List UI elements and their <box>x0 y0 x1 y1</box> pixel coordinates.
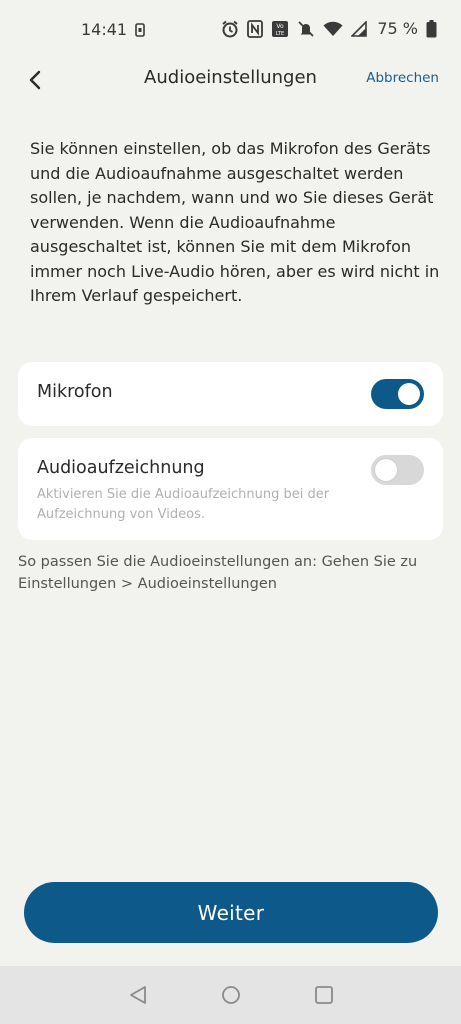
toggle-knob <box>398 383 420 405</box>
signal-icon <box>351 20 368 37</box>
svg-text:LTE: LTE <box>276 31 284 37</box>
nav-recents-icon[interactable] <box>313 984 335 1006</box>
screen: 14:41 Vo LTE 75 % Audioeinstellungen Abb… <box>0 0 461 1024</box>
audio-recording-setting-card: Audioaufzeichnung Aktivieren Sie die Aud… <box>18 438 443 540</box>
nfc-icon <box>247 19 264 38</box>
microphone-label: Mikrofon <box>37 382 113 402</box>
continue-button[interactable]: Weiter <box>24 882 438 943</box>
settings-hint-text: So passen Sie die Audioeinstellungen an:… <box>18 554 418 592</box>
sim-icon <box>135 22 145 41</box>
intro-text: Sie können einstellen, ob das Mikrofon d… <box>30 139 440 305</box>
system-navigation-bar <box>0 966 461 1024</box>
nav-back-icon[interactable] <box>127 984 149 1006</box>
audio-recording-toggle[interactable] <box>371 455 424 485</box>
status-bar: 14:41 Vo LTE 75 % <box>0 0 461 58</box>
cancel-button[interactable]: Abbrechen <box>366 70 439 86</box>
status-time: 14:41 <box>81 20 128 39</box>
microphone-setting-card: Mikrofon <box>18 362 443 426</box>
alarm-icon <box>221 20 239 38</box>
battery-icon <box>426 19 437 38</box>
status-icons: Vo LTE 75 % <box>221 19 437 38</box>
battery-percentage: 75 % <box>377 19 418 38</box>
nav-home-icon[interactable] <box>220 984 242 1006</box>
wifi-icon <box>323 21 343 37</box>
toggle-knob <box>375 459 397 481</box>
svg-text:Vo: Vo <box>277 23 285 30</box>
header: Audioeinstellungen Abbrechen <box>0 58 461 100</box>
continue-button-label: Weiter <box>197 900 265 925</box>
microphone-toggle[interactable] <box>371 379 424 409</box>
volte-icon: Vo LTE <box>271 20 289 38</box>
audio-recording-description: Aktivieren Sie die Audioaufzeichnung bei… <box>37 487 330 522</box>
mute-icon <box>297 20 315 38</box>
audio-recording-label: Audioaufzeichnung <box>37 458 205 478</box>
